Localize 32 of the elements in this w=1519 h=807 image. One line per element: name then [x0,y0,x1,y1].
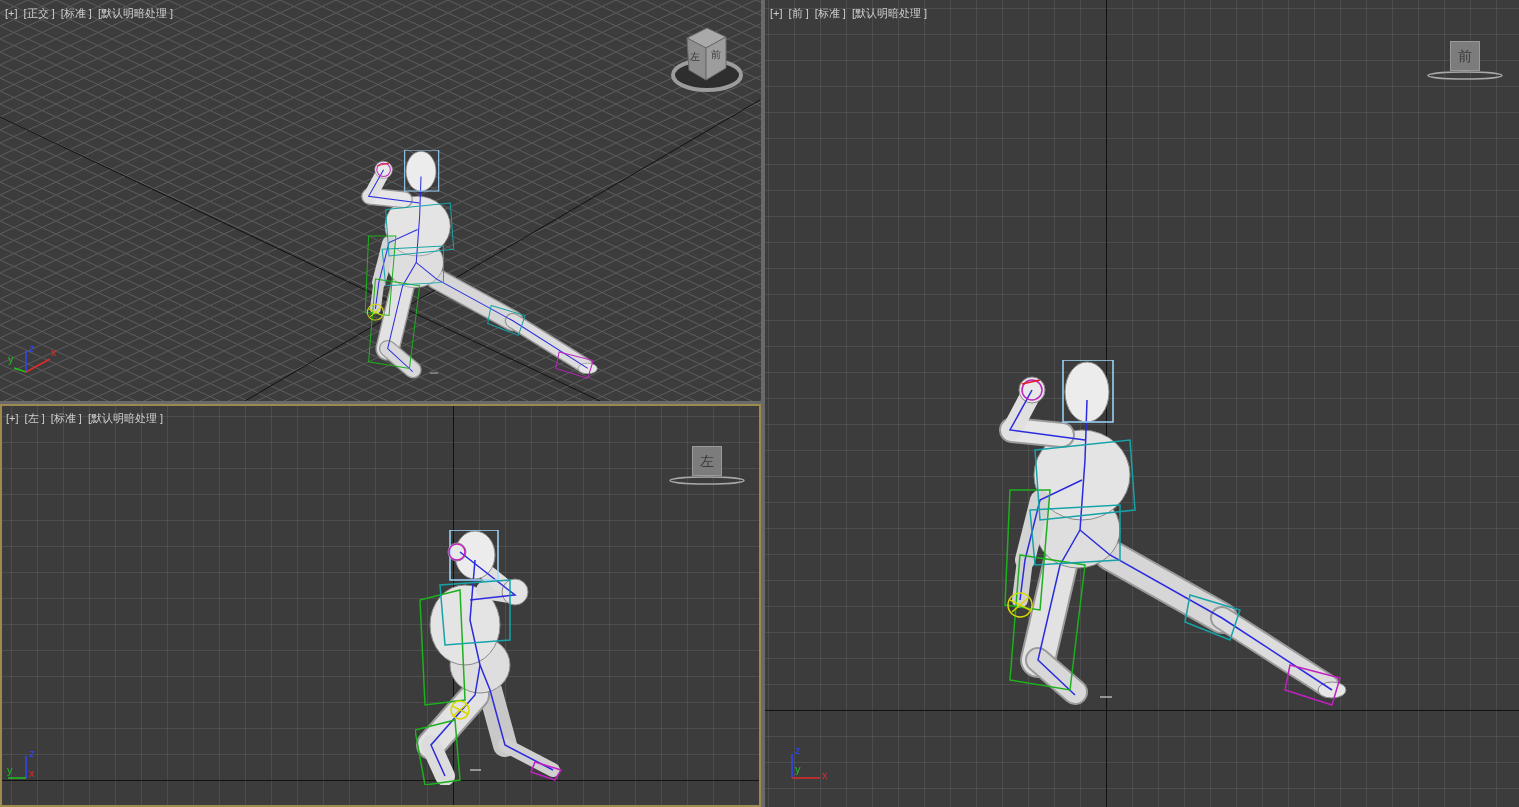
viewcube-ring-icon[interactable] [668,476,746,485]
viewport-menu-label[interactable]: [默认明暗处理 ] [87,412,164,425]
viewport-panel[interactable]: [+] [左 ] [标准 ] [默认明暗处理 ] 左 z y x [0,404,761,807]
axis-letter: z [29,747,35,759]
viewcube-icon[interactable] [670,25,744,95]
axis-tripod-icon [791,753,821,779]
viewport-menu-label[interactable]: [前 ] [788,7,809,20]
viewport-menu-label[interactable]: [标准 ] [60,7,92,20]
viewport-panel[interactable]: [+] [前 ] [标准 ] [默认明暗处理 ] 前 z y x [765,0,1519,807]
axis-tripod-icon [13,350,51,373]
viewport-panel[interactable]: [+] [正交 ] [标准 ] [默认明暗处理 ] 左 前 z x y [0,0,761,401]
viewport-menu-label[interactable]: [+] [770,7,783,20]
viewport-menu-label[interactable]: [标准 ] [50,412,82,425]
axis-letter: y [795,763,801,775]
viewport-menu-label[interactable]: [正交 ] [23,7,55,20]
axis-letter: x [822,769,828,781]
viewport-menu-label[interactable]: [默认明暗处理 ] [851,7,928,20]
viewport-menu-label[interactable]: [左 ] [24,412,45,425]
viewcube-face-label[interactable]: 左 [690,52,700,62]
axis-letter: y [7,764,13,776]
axis-letter: x [29,767,35,779]
viewport-menu-label[interactable]: [标准 ] [814,7,846,20]
viewcube-face-label[interactable]: 前 [711,50,721,60]
viewport-menu-label[interactable]: [+] [5,7,18,20]
axis-tripod-icon [7,755,27,779]
axis-letter: y [8,353,14,365]
axis-letter: x [51,346,57,358]
axis-letter: z [29,342,35,354]
viewport-menu-label[interactable]: [默认明暗处理 ] [97,7,174,20]
viewport-menu-label[interactable]: [+] [6,412,19,425]
viewcube-ring-icon[interactable] [1426,71,1504,80]
axis-letter: z [795,744,801,756]
